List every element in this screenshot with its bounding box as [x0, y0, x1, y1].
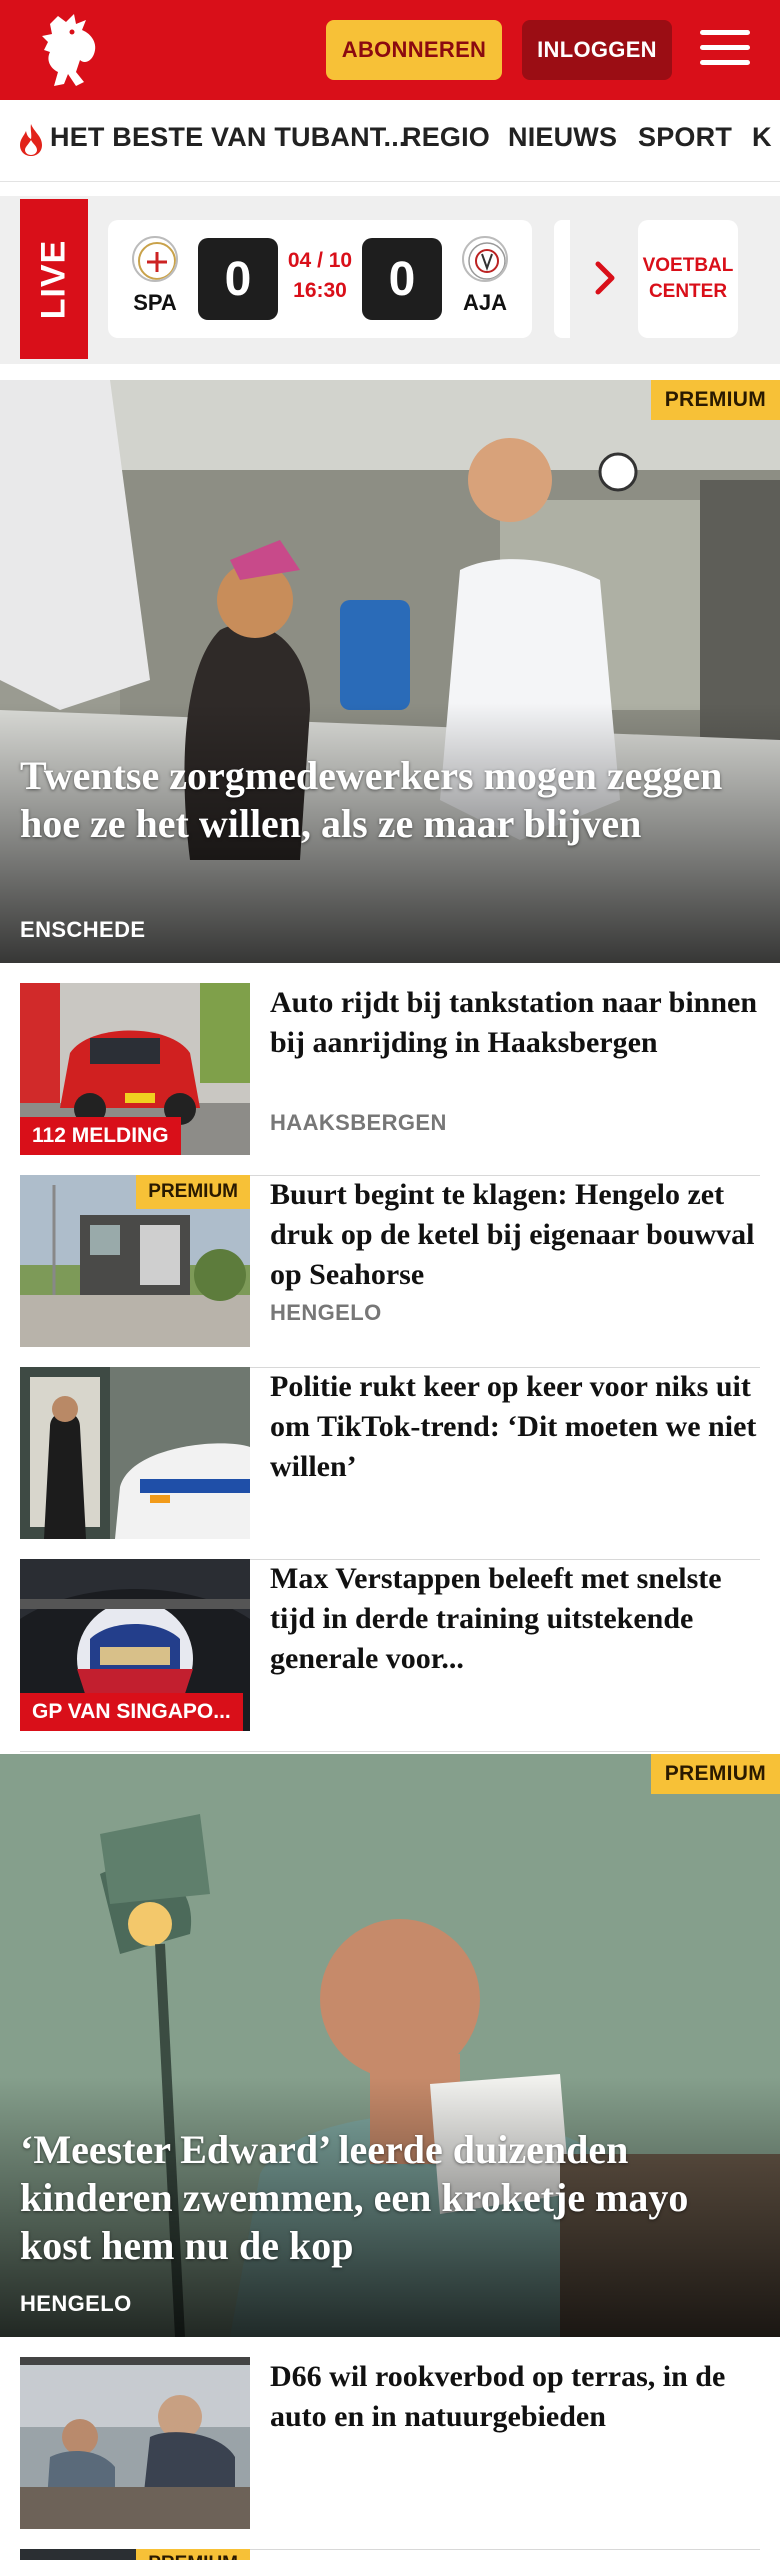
article-thumbnail: PREMIUM [20, 1175, 250, 1347]
hero-location: HENGELO [20, 2291, 132, 2316]
home-team-code: SPA [133, 290, 177, 315]
article-title[interactable]: D66 wil rookverbod op terras, in de auto… [270, 2357, 760, 2437]
article-thumbnail: PREMIUM [20, 2549, 250, 2560]
hero-location: ENSCHEDE [20, 917, 146, 942]
hero-article-1[interactable]: PREMIUM Twentse zorgmedewerkers mogen ze… [0, 380, 780, 963]
premium-badge: PREMIUM [136, 2549, 250, 2560]
article-thumbnail: 112 MELDING [20, 983, 250, 1155]
list-item[interactable]: PREMIUM Buurt begint te klagen: Hengelo … [20, 1175, 760, 1368]
section-nav: HET BESTE VAN TUBANT... REGIO NIEUWS SPO… [0, 100, 780, 182]
hero-article-2[interactable]: PREMIUM ‘Meester Edward’ leerde duizende… [0, 1754, 780, 2337]
article-thumbnail [20, 1367, 250, 1539]
hamburger-menu-icon[interactable] [700, 22, 752, 78]
away-score: 0 [362, 238, 442, 320]
article-title[interactable]: Politie rukt keer op keer voor niks uit … [270, 1367, 760, 1487]
home-team: SPA [120, 236, 190, 316]
article-title[interactable]: Max Verstappen beleeft met snelste tijd … [270, 1559, 760, 1679]
subscribe-button[interactable]: ABONNEREN [326, 20, 502, 80]
chevron-right-icon[interactable] [592, 258, 618, 298]
next-match-card[interactable] [554, 220, 570, 338]
premium-badge: PREMIUM [650, 1754, 780, 1794]
list-item[interactable]: PREMIUM [20, 2549, 760, 2560]
list-item[interactable]: Politie rukt keer op keer voor niks uit … [20, 1367, 760, 1560]
hero-title[interactable]: ‘Meester Edward’ leerde duizenden kinder… [20, 2126, 760, 2270]
flame-icon [20, 124, 42, 156]
match-time: 16:30 [293, 279, 347, 302]
hero-title[interactable]: Twentse zorgmedewerkers mogen zeggen hoe… [20, 752, 760, 848]
tubantia-horse-logo[interactable] [36, 10, 106, 90]
premium-badge: PREMIUM [650, 380, 780, 420]
away-team: AJA [450, 236, 520, 316]
home-score: 0 [198, 238, 278, 320]
article-title[interactable]: Auto rijdt bij tankstation naar binnen b… [270, 983, 760, 1063]
list-item[interactable]: D66 wil rookverbod op terras, in de auto… [20, 2357, 760, 2550]
list-item[interactable]: 112 MELDING Auto rijdt bij tankstation n… [20, 983, 760, 1176]
live-scores-bar: LIVE SPA 0 04 / 10 16:30 0 AJA VOETBAL C… [0, 196, 780, 364]
away-team-code: AJA [462, 290, 507, 315]
article-thumbnail [20, 2357, 250, 2529]
premium-badge: PREMIUM [136, 1175, 250, 1209]
nav-item-more[interactable]: K [752, 122, 772, 153]
voetbal-center-link[interactable]: VOETBAL CENTER [638, 220, 738, 338]
live-label: LIVE [20, 199, 88, 359]
category-label: GP VAN SINGAPO... [20, 1693, 243, 1731]
sparta-crest-icon [132, 236, 178, 282]
article-location: HENGELO [270, 1300, 382, 1325]
article-location: HAAKSBERGEN [270, 1110, 447, 1135]
category-label: 112 MELDING [20, 1117, 181, 1155]
login-button[interactable]: INLOGGEN [522, 20, 672, 80]
ajax-crest-icon [462, 236, 508, 282]
article-title[interactable]: Buurt begint te klagen: Hengelo zet druk… [270, 1175, 760, 1295]
match-date: 04 / 10 [287, 249, 353, 272]
nav-item-regio[interactable]: REGIO [402, 122, 490, 153]
nav-item-sport[interactable]: SPORT [638, 122, 732, 153]
list-item[interactable]: GP VAN SINGAPO... Max Verstappen beleeft… [20, 1559, 760, 1752]
match-card[interactable]: SPA 0 04 / 10 16:30 0 AJA [108, 220, 532, 338]
match-datetime: 04 / 10 16:30 [278, 246, 362, 306]
nav-item-nieuws[interactable]: NIEUWS [508, 122, 617, 153]
article-thumbnail: GP VAN SINGAPO... [20, 1559, 250, 1731]
nav-item-best-of[interactable]: HET BESTE VAN TUBANT... [50, 122, 407, 153]
top-bar: ABONNEREN INLOGGEN [0, 0, 780, 100]
